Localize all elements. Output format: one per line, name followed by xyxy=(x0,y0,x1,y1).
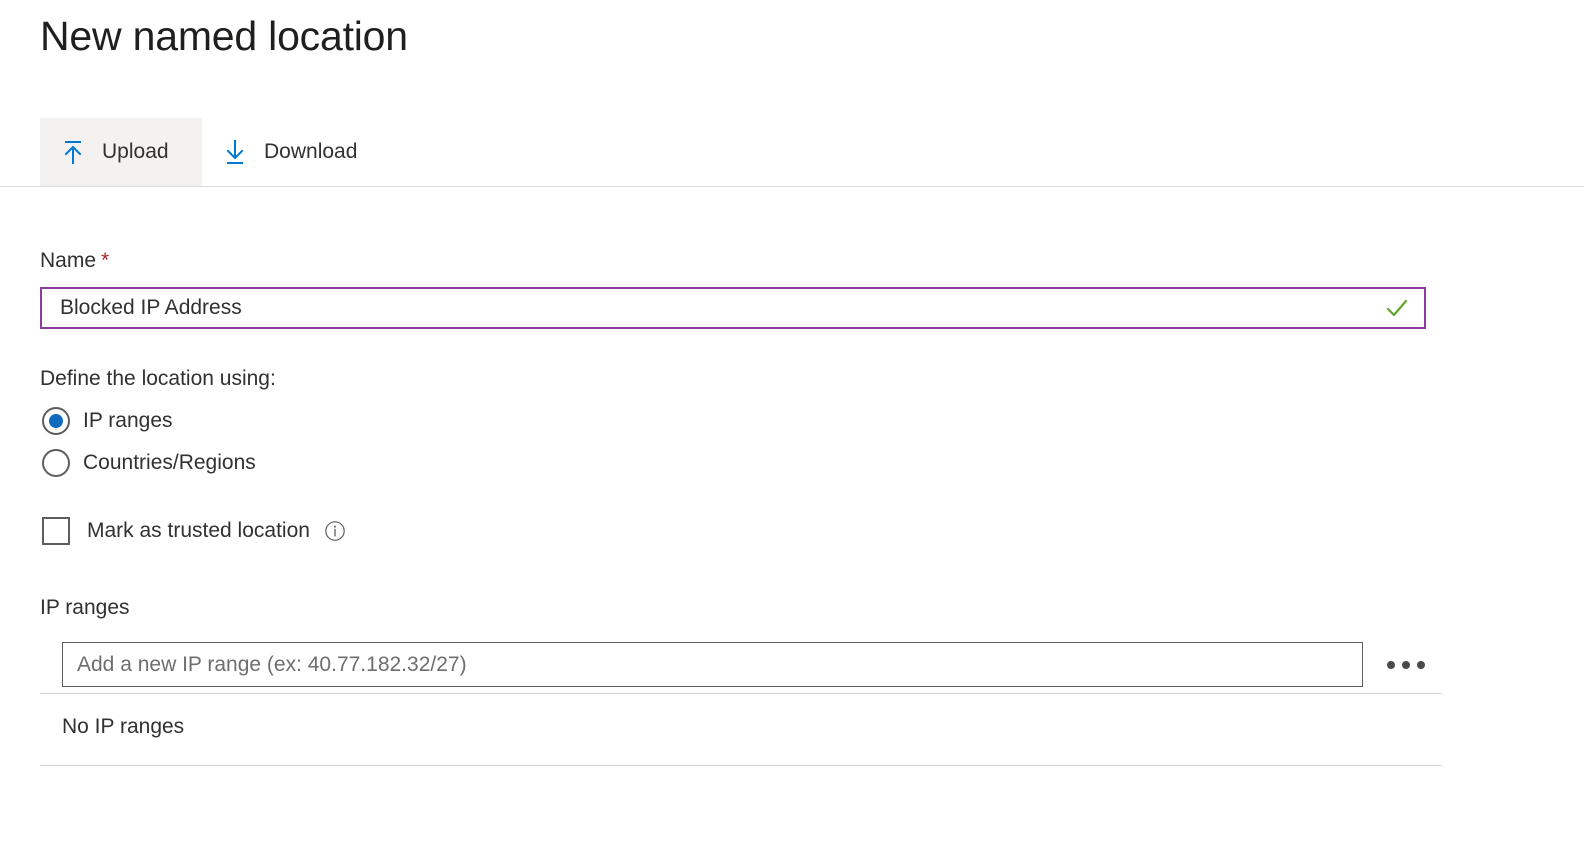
required-asterisk: * xyxy=(101,249,110,272)
name-label-text: Name xyxy=(40,249,97,272)
download-button[interactable]: Download xyxy=(202,118,402,186)
ellipsis-dot xyxy=(1417,660,1425,669)
name-input-container[interactable] xyxy=(40,287,1426,329)
ellipsis-dot xyxy=(1402,660,1410,669)
trusted-location-row[interactable]: Mark as trusted location xyxy=(42,517,346,545)
ip-ranges-empty-message: No IP ranges xyxy=(62,715,185,738)
define-location-label: Define the location using: xyxy=(40,367,276,390)
ip-range-add-row xyxy=(62,642,1442,687)
name-input[interactable] xyxy=(42,289,1384,327)
ellipsis-icon[interactable] xyxy=(1383,653,1429,677)
radio-ip-ranges-label: IP ranges xyxy=(83,409,173,432)
upload-button[interactable]: Upload xyxy=(40,118,202,186)
page-title: New named location xyxy=(40,13,408,59)
ip-range-input[interactable] xyxy=(62,642,1363,687)
name-field-label: Name * xyxy=(40,247,109,275)
download-button-label: Download xyxy=(264,140,358,163)
ip-ranges-divider-top xyxy=(40,693,1442,694)
upload-button-label: Upload xyxy=(102,140,169,163)
info-circle-icon[interactable] xyxy=(324,520,346,542)
radio-ip-ranges-dot xyxy=(49,414,63,428)
ip-ranges-divider-bottom xyxy=(40,765,1442,766)
command-bar: Upload Download xyxy=(0,118,1584,187)
radio-countries-regions-control[interactable] xyxy=(42,449,70,477)
validation-check-icon xyxy=(1384,295,1410,321)
ellipsis-dot xyxy=(1387,660,1395,669)
upload-icon xyxy=(60,137,86,167)
radio-ip-ranges-control[interactable] xyxy=(42,407,70,435)
radio-option-countries-regions[interactable]: Countries/Regions xyxy=(42,449,256,477)
ip-ranges-section-label: IP ranges xyxy=(40,596,130,619)
download-icon xyxy=(222,137,248,167)
radio-option-ip-ranges[interactable]: IP ranges xyxy=(42,407,173,435)
radio-countries-regions-label: Countries/Regions xyxy=(83,451,256,474)
trusted-location-label: Mark as trusted location xyxy=(87,519,310,542)
trusted-location-checkbox[interactable] xyxy=(42,517,70,545)
